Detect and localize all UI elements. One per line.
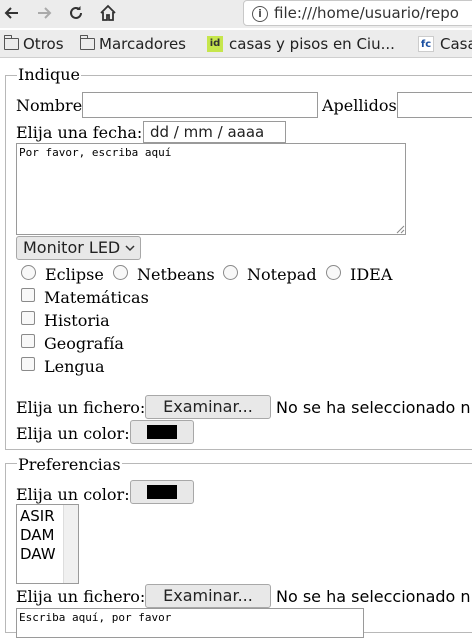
checkbox-historia-label: Historia	[44, 311, 110, 330]
radio-idea-label: IDEA	[350, 265, 393, 284]
nombre-input[interactable]	[82, 92, 318, 118]
comentario-textarea[interactable]: Por favor, escriba aquí	[16, 143, 406, 235]
info-icon[interactable]: i	[252, 5, 268, 22]
pref-textarea[interactable]: Escriba aquí, por favor	[16, 608, 364, 638]
checkbox-matematicas[interactable]	[21, 288, 35, 302]
option-daw[interactable]: DAW	[20, 545, 56, 564]
apellidos-label: Apellidos	[322, 96, 397, 115]
pref-fichero-label: Elija un fichero:	[16, 587, 146, 606]
bookmark-casa[interactable]: fcCasa	[418, 34, 472, 54]
pref-color-swatch	[147, 485, 177, 499]
pref-fichero-status: No se ha seleccionado ni	[276, 587, 472, 606]
bookmarks-bar: Otros Marcadores id casas y pisos en Ciu.…	[0, 30, 472, 58]
fecha-label: Elija una fecha:	[16, 123, 143, 142]
checkbox-lengua-label: Lengua	[44, 357, 105, 376]
folder-icon	[3, 35, 19, 50]
option-dam[interactable]: DAM	[20, 526, 56, 545]
browser-toolbar: i file:///home/usuario/repo	[0, 0, 472, 28]
pref-examinar-button[interactable]: Examinar...	[145, 584, 271, 608]
fecha-input[interactable]: dd / mm / aaaa	[143, 121, 286, 143]
radio-idea[interactable]	[326, 265, 341, 280]
monitor-select-value: Monitor LED	[23, 238, 121, 257]
checkbox-lengua[interactable]	[21, 357, 35, 371]
ciclo-options: ASIR DAM DAW	[20, 507, 56, 564]
legend-preferencias: Preferencias	[17, 455, 122, 474]
url-bar[interactable]: i file:///home/usuario/repo	[243, 0, 472, 26]
radio-eclipse[interactable]	[21, 265, 36, 280]
fichero-label: Elija un fichero:	[16, 398, 146, 417]
radio-notepad[interactable]	[223, 265, 238, 280]
radio-notepad-label: Notepad	[247, 265, 317, 284]
pref-color-picker[interactable]	[130, 480, 194, 504]
chevron-down-icon	[125, 245, 135, 252]
radio-eclipse-label: Eclipse	[45, 265, 104, 284]
resize-grip-icon[interactable]	[393, 222, 405, 234]
checkbox-historia[interactable]	[21, 311, 35, 325]
checkbox-geografia-label: Geografía	[44, 334, 124, 353]
examinar-button[interactable]: Examinar...	[145, 395, 271, 419]
checkbox-matematicas-label: Matemáticas	[44, 288, 149, 307]
reload-icon[interactable]	[66, 3, 86, 23]
bookmark-marcadores[interactable]: Marcadores	[79, 34, 186, 54]
color-label: Elija un color:	[16, 424, 130, 443]
listbox-scrollbar[interactable]	[63, 505, 78, 583]
fc-favicon: fc	[418, 36, 434, 52]
legend-indique: Indique	[17, 65, 81, 84]
home-icon[interactable]	[98, 3, 118, 23]
color-picker[interactable]	[130, 420, 194, 444]
pref-color-label: Elija un color:	[16, 485, 130, 504]
bookmark-casas-pisos[interactable]: id casas y pisos en Ciu...	[207, 34, 395, 54]
nombre-label: Nombre	[16, 96, 83, 115]
radio-netbeans-label: Netbeans	[137, 265, 215, 284]
comentario-textarea-wrap: Por favor, escriba aquí	[16, 143, 406, 235]
id-favicon: id	[207, 36, 223, 52]
forward-arrow-icon[interactable]	[34, 3, 54, 23]
back-arrow-icon[interactable]	[2, 3, 22, 23]
bookmark-otros[interactable]: Otros	[3, 34, 64, 54]
checkbox-geografia[interactable]	[21, 334, 35, 348]
url-text: file:///home/usuario/repo	[274, 4, 459, 22]
color-swatch	[147, 425, 177, 439]
apellidos-input[interactable]	[397, 92, 472, 118]
folder-icon	[79, 35, 95, 50]
monitor-select[interactable]: Monitor LED	[16, 236, 141, 260]
option-asir[interactable]: ASIR	[20, 507, 56, 526]
ciclo-listbox[interactable]: ASIR DAM DAW	[16, 504, 79, 584]
fichero-status: No se ha seleccionado ni	[276, 398, 472, 417]
radio-netbeans[interactable]	[113, 265, 128, 280]
